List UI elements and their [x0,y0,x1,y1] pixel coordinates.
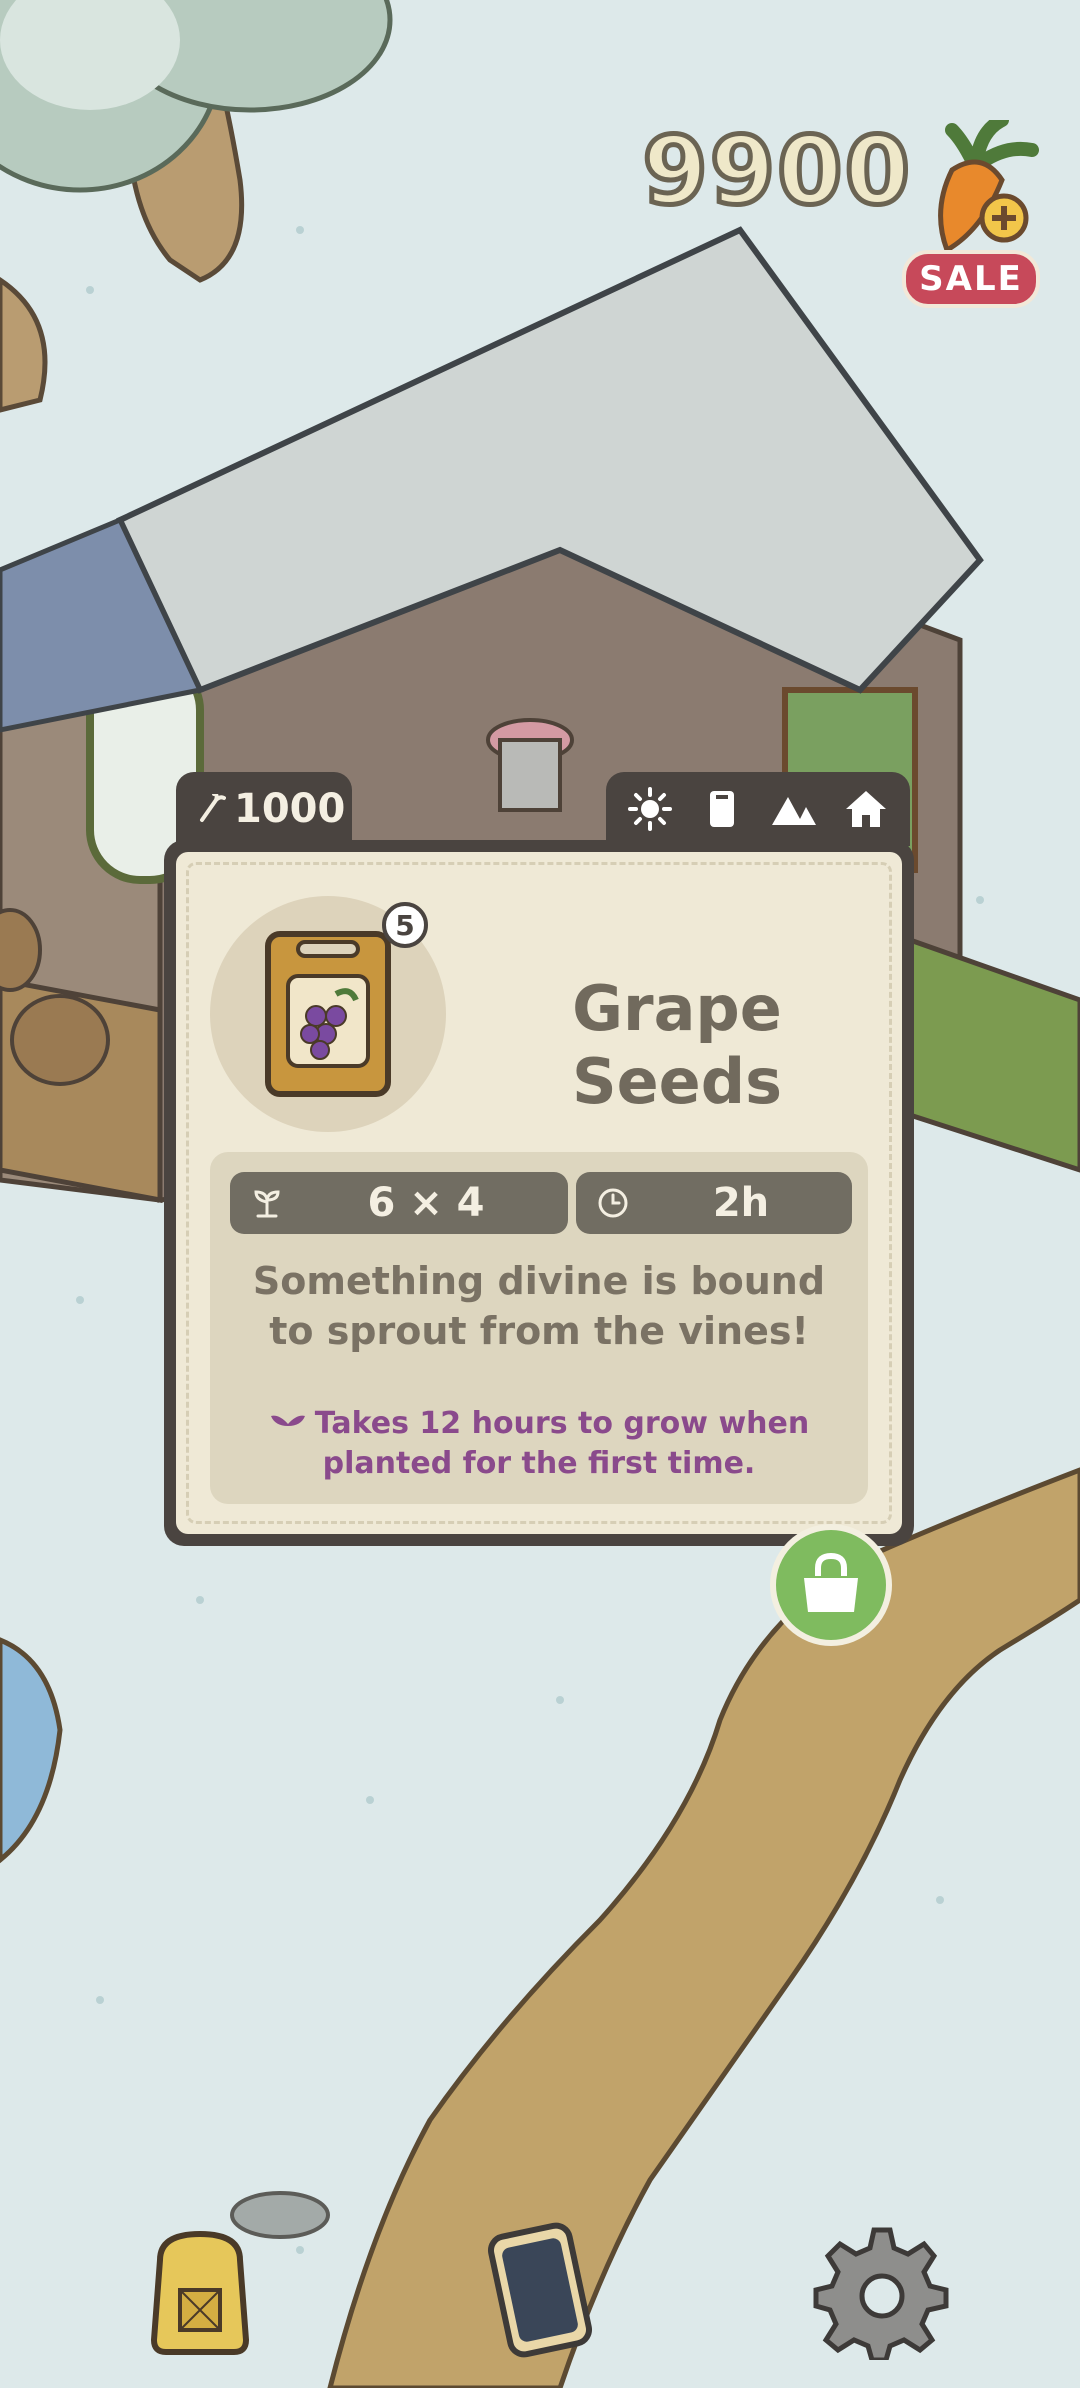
quantity-badge: 5 [382,902,428,948]
clock-icon [598,1188,628,1218]
shop-button[interactable] [770,1524,892,1646]
pond [0,1637,63,1864]
seed-bag-icon [710,791,734,827]
growth-note: Takes 12 hours to grow when planted for … [250,1404,828,1484]
currency-amount: 9900 [640,117,913,226]
sprout-icon [254,1190,280,1218]
season-tab [606,772,910,846]
tree [0,0,393,413]
gear-icon[interactable] [812,2220,952,2360]
card-body: 5 Grape Seeds 6 × 4 2h Something divine … [176,852,902,1534]
carrot-plus-icon[interactable] [922,120,1042,250]
leaf-sprout-icon [270,1415,305,1436]
phone-icon[interactable] [470,2220,610,2360]
size-value: 6 × 4 [367,1180,485,1226]
info-panel: 6 × 4 2h Something divine is bound to sp… [210,1152,868,1504]
shopping-bag-icon [804,1552,858,1612]
item-description: Something divine is bound to sprout from… [252,1259,826,1353]
item-price: 1000 [234,786,346,832]
backpack-icon[interactable] [130,2220,270,2360]
dirt-path [327,1467,1080,2388]
growth-note-text: Takes 12 hours to grow when planted for … [314,1406,810,1481]
item-info-card: 5 Grape Seeds 6 × 4 2h Something divine … [164,840,914,1546]
sale-badge[interactable]: SALE [902,250,1040,308]
size-stat: 6 × 4 [230,1172,568,1234]
price-tab: 1000 [176,772,352,846]
currency-display[interactable]: 9900 SALE [640,120,1062,310]
sun-icon [628,787,672,831]
time-stat: 2h [576,1172,852,1234]
item-title: Grape Seeds [571,972,783,1118]
carrot-small-icon [200,794,226,822]
mountain-icon [772,797,816,825]
time-value: 2h [712,1180,770,1226]
house-icon [846,791,886,827]
